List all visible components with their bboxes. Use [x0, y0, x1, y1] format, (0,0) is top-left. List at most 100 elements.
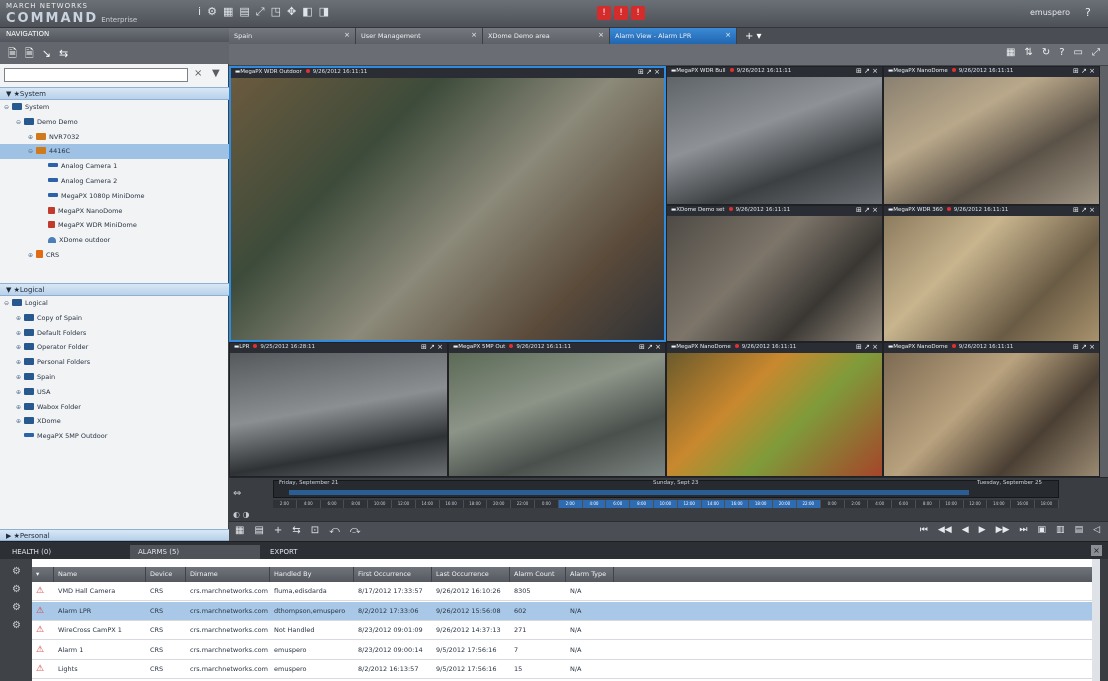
- timeline-tick[interactable]: 0:00: [821, 500, 845, 508]
- playback-icon-9[interactable]: ◁: [1093, 526, 1100, 535]
- timeline-tick[interactable]: 16:00: [1011, 500, 1035, 508]
- tile-controls-icon[interactable]: ⊞ ↗ ×: [421, 343, 443, 351]
- playback-icon-0[interactable]: ⏮: [920, 526, 928, 535]
- column-header[interactable]: Last Occurrence: [432, 567, 510, 582]
- camera-tile[interactable]: ▬ MegaPX WDR Outdoor 9/26/2012 16:11:11 ⊞ …: [229, 66, 666, 342]
- expand-toggle-icon[interactable]: ⊕: [16, 312, 24, 327]
- tree-item[interactable]: Analog Camera 1: [0, 159, 229, 174]
- toolbar-icon-4[interactable]: ⤢: [256, 6, 265, 22]
- playback-icon-2[interactable]: ◀: [962, 526, 969, 535]
- timeline-tick[interactable]: 22:00: [796, 500, 821, 508]
- tile-controls-icon[interactable]: ⊞ ↗ ×: [1073, 67, 1095, 75]
- select-all-column[interactable]: ▾: [32, 567, 54, 582]
- camera-tile[interactable]: ▬ MegaPX WDR 360 9/26/2012 16:11:11 ⊞ ↗ ×: [883, 205, 1100, 342]
- timeline-ticks[interactable]: 2:00 4:00 6:00 8:00 10:00 12:00 14:00 16:00 18:0…: [273, 500, 1059, 508]
- camera-tile[interactable]: ▬ MegaPX 5MP Out 9/26/2012 16:11:11 ⊞ ↗ ×: [448, 342, 666, 477]
- toolbar-icon-0[interactable]: i: [198, 6, 201, 22]
- tree-item[interactable]: XDome outdoor: [0, 233, 229, 248]
- table-scrollbar[interactable]: [1092, 559, 1100, 681]
- alarm-tool-icon[interactable]: ⚙: [12, 621, 32, 631]
- timeline-zoom-icon[interactable]: ◐ ◑: [233, 510, 250, 519]
- tab-spain[interactable]: Spain ×: [229, 28, 356, 44]
- nav-tool-icon-3[interactable]: ⇆: [59, 48, 68, 59]
- close-tab-icon[interactable]: ×: [725, 31, 731, 39]
- tile-controls-icon[interactable]: ⊞ ↗ ×: [1073, 206, 1095, 214]
- alarm-indicator-icon[interactable]: !: [597, 6, 611, 20]
- tree-item[interactable]: ⊕ Default Folders: [0, 326, 229, 341]
- toolbar-icon-5[interactable]: ◳: [271, 6, 281, 22]
- playback-icon-4[interactable]: ▶▶: [996, 526, 1010, 535]
- tree-item[interactable]: MegaPX 1080p MiniDome: [0, 189, 229, 204]
- tree-item[interactable]: ⊕ Copy of Spain: [0, 311, 229, 326]
- view-tool-icon-3[interactable]: ?: [1059, 48, 1064, 58]
- tree-item[interactable]: ⊖ 4416C: [0, 144, 229, 160]
- layout-tool-icon-2[interactable]: +: [274, 526, 282, 536]
- camera-video-feed[interactable]: [884, 77, 1099, 204]
- timeline-tick[interactable]: 12:00: [392, 500, 416, 508]
- camera-tile[interactable]: ▬ MegaPX NanoDome 9/26/2012 16:11:11 ⊞ ↗ ×: [883, 342, 1100, 477]
- timeline-tick[interactable]: 2:00: [273, 500, 297, 508]
- view-tool-icon-2[interactable]: ↻: [1042, 48, 1050, 58]
- timeline-tick[interactable]: 20:00: [773, 500, 797, 508]
- layout-tool-icon-5[interactable]: ⤺: [329, 526, 340, 536]
- timeline-tick[interactable]: 8:00: [630, 500, 654, 508]
- camera-tile[interactable]: ▬ MegaPX NanoDome 9/26/2012 16:11:11 ⊞ ↗ ×: [883, 66, 1100, 205]
- system-section-header[interactable]: ▼ ★ System: [0, 87, 229, 100]
- timeline-tick[interactable]: 8:00: [344, 500, 369, 508]
- camera-video-feed[interactable]: [449, 353, 665, 476]
- filter-icon[interactable]: ▼: [212, 68, 220, 79]
- alarm-indicator-icon[interactable]: !: [614, 6, 628, 20]
- tile-controls-icon[interactable]: ⊞ ↗ ×: [856, 206, 878, 214]
- tree-item[interactable]: ⊕ USA: [0, 385, 229, 400]
- tree-item[interactable]: MegaPX WDR MiniDome: [0, 218, 229, 233]
- toolbar-icon-7[interactable]: ◧: [302, 6, 312, 22]
- tab-health[interactable]: HEALTH (0): [4, 545, 59, 559]
- view-tool-icon-1[interactable]: ⇅: [1024, 48, 1032, 58]
- column-header[interactable]: Dirname: [186, 567, 270, 582]
- timeline-tick[interactable]: 22:00: [511, 500, 535, 508]
- tree-item[interactable]: Analog Camera 2: [0, 174, 229, 189]
- logical-section-header[interactable]: ▼ ★ Logical: [0, 283, 229, 296]
- expand-toggle-icon[interactable]: ⊕: [28, 131, 36, 146]
- tree-item[interactable]: ⊕ Personal Folders: [0, 355, 229, 370]
- column-header[interactable]: Name: [54, 567, 146, 582]
- tab-export[interactable]: EXPORT: [262, 545, 306, 559]
- tile-controls-icon[interactable]: ⊞ ↗ ×: [638, 68, 660, 76]
- tab-alarms[interactable]: ALARMS (5): [130, 545, 260, 559]
- expand-toggle-icon[interactable]: ⊕: [16, 341, 24, 356]
- view-tool-icon-5[interactable]: ⤢: [1092, 48, 1100, 58]
- view-tool-icon-0[interactable]: ▦: [1006, 48, 1015, 58]
- expand-toggle-icon[interactable]: ⊕: [16, 401, 24, 416]
- timeline-tick[interactable]: 4:00: [297, 500, 321, 508]
- toolbar-icon-2[interactable]: ▦: [223, 6, 233, 22]
- navigation-search-input[interactable]: [4, 68, 188, 82]
- expand-toggle-icon[interactable]: ⊖: [16, 116, 24, 131]
- timeline-tick[interactable]: 14:00: [416, 500, 440, 508]
- nav-tool-icon-0[interactable]: 🗎: [8, 48, 17, 59]
- nav-tool-icon-1[interactable]: 🗎: [25, 48, 34, 59]
- tree-item[interactable]: ⊖ System: [0, 100, 229, 115]
- layout-tool-icon-6[interactable]: ⤼: [350, 526, 361, 536]
- clear-search-icon[interactable]: ×: [194, 68, 202, 79]
- personal-section-header[interactable]: ▶ ★ Personal: [0, 529, 229, 541]
- camera-video-feed[interactable]: [884, 216, 1099, 341]
- timeline-tick[interactable]: 10:00: [940, 500, 964, 508]
- toolbar-icon-6[interactable]: ✥: [287, 6, 296, 22]
- playback-icon-1[interactable]: ◀◀: [938, 526, 952, 535]
- timeline-tick[interactable]: 18:00: [749, 500, 774, 508]
- view-tool-icon-4[interactable]: ▭: [1074, 48, 1083, 58]
- timeline-tick[interactable]: 18:00: [1035, 500, 1059, 508]
- expand-toggle-icon[interactable]: ⊕: [16, 371, 24, 386]
- camera-tile[interactable]: ▬ MegaPX WDR Bull 9/26/2012 16:11:11 ⊞ ↗ ×: [666, 66, 883, 205]
- playback-icon-7[interactable]: ▥: [1056, 526, 1065, 535]
- playback-icon-6[interactable]: ▣: [1038, 526, 1047, 535]
- table-row[interactable]: ⚠ Alarm LPR CRS crs.marchnetworks.com dthomp…: [32, 601, 1100, 621]
- tile-controls-icon[interactable]: ⊞ ↗ ×: [856, 67, 878, 75]
- layout-tool-icon-1[interactable]: ▤: [254, 526, 263, 536]
- toolbar-icon-8[interactable]: ◨: [319, 6, 329, 22]
- expand-toggle-icon[interactable]: ⊕: [16, 386, 24, 401]
- camera-video-feed[interactable]: [230, 353, 447, 476]
- layout-tool-icon-4[interactable]: ⊡: [311, 526, 319, 536]
- tile-controls-icon[interactable]: ⊞ ↗ ×: [1073, 343, 1095, 351]
- column-header[interactable]: Handled By: [270, 567, 354, 582]
